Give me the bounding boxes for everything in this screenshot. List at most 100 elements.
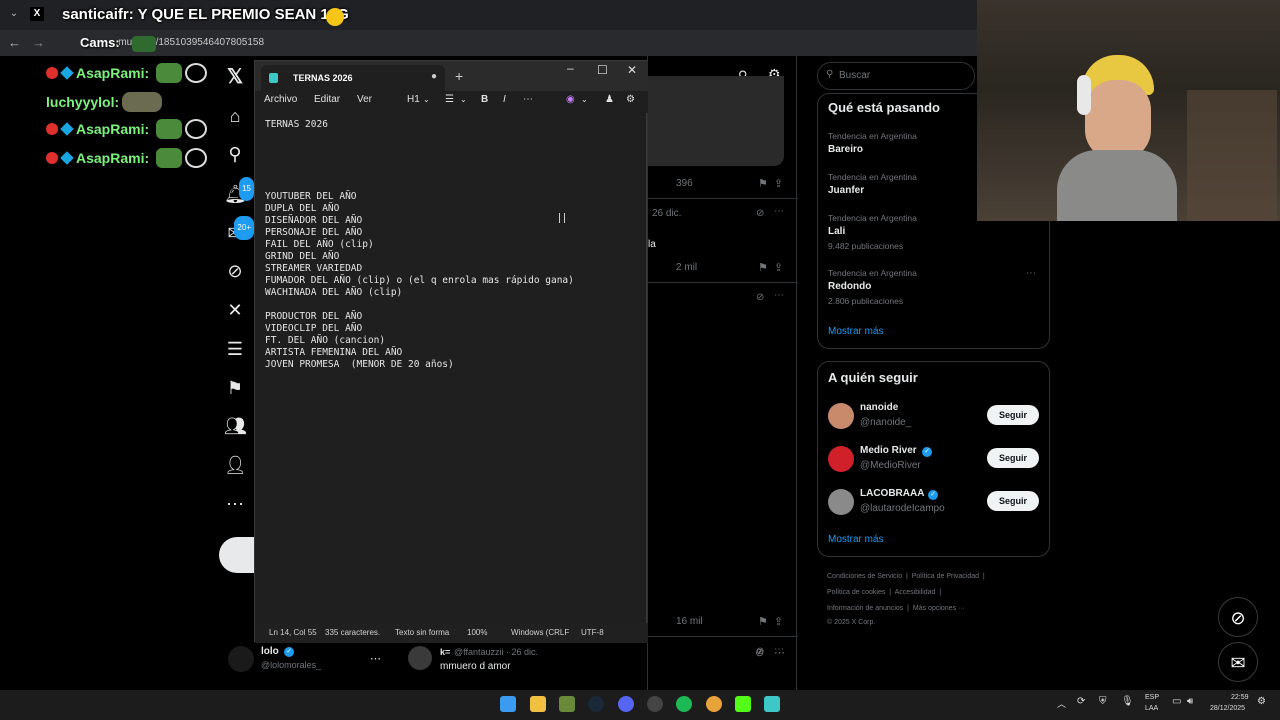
copilot-icon[interactable]: ◉ (566, 94, 575, 105)
trends-show-more-link[interactable]: Mostrar más (828, 326, 884, 337)
windows-start-icon[interactable] (500, 696, 516, 712)
messages-envelope-icon[interactable]: ✉20+ (224, 216, 254, 244)
lists-icon[interactable]: ☰ (224, 338, 246, 360)
footer-ads-link[interactable]: Información de anuncios (827, 605, 903, 612)
bookmark-icon[interactable]: ⚑ (758, 177, 768, 190)
avatar[interactable] (828, 446, 854, 472)
minimize-icon[interactable]: – (567, 61, 574, 75)
grok-post-icon[interactable]: ⊘ (756, 292, 764, 303)
forward-arrow-icon[interactable]: → (32, 35, 45, 50)
footer-tos-link[interactable]: Condiciones de Servicio (827, 573, 902, 580)
messages-fab-icon[interactable]: ✉ (1218, 642, 1258, 682)
footer-accessibility-link[interactable]: Accesibilidad (895, 589, 936, 596)
post-more-icon[interactable]: ⋯ (774, 206, 784, 217)
follow-name[interactable]: LACOBRAAA (860, 488, 924, 499)
x-premium-icon[interactable]: ✕ (224, 299, 246, 321)
chevron-down-icon[interactable]: ⌄ (460, 95, 467, 104)
back-arrow-icon[interactable]: ← (8, 35, 21, 50)
notifications-bell-icon[interactable]: 🔔︎ 15 (224, 177, 254, 205)
explore-search-icon[interactable]: ⚲ (224, 143, 246, 165)
trend-item[interactable]: Redondo (828, 281, 871, 292)
footer-more-link[interactable]: Más opciones ··· (913, 605, 965, 612)
tab-list-chevron-icon[interactable]: ⌄ (6, 6, 22, 22)
tray-shield-icon[interactable]: ⛨ (1099, 696, 1107, 707)
menu-editar[interactable]: Editar (314, 94, 340, 105)
avatar[interactable] (828, 403, 854, 429)
tray-chevron-icon[interactable]: ︿ (1057, 697, 1066, 710)
microphone-icon[interactable]: 🎙︎ (1121, 696, 1134, 707)
file-explorer-icon[interactable] (530, 696, 546, 712)
unsaved-dot-icon[interactable]: ● (431, 71, 437, 82)
trend-item[interactable]: Lali (828, 226, 845, 237)
user-name[interactable]: lolo (261, 646, 279, 657)
input-language[interactable]: ESP (1145, 694, 1159, 701)
communities-icon[interactable]: 👥︎ (224, 415, 247, 437)
chat-username: AsapRami: (76, 150, 150, 166)
new-tab-plus-icon[interactable]: + (455, 68, 463, 84)
bold-icon[interactable]: B (481, 94, 488, 105)
profile-icon[interactable]: 👤︎ (224, 454, 247, 476)
notifications-icon[interactable]: ⚙ (1257, 696, 1266, 707)
obs-icon[interactable] (647, 696, 663, 712)
follow-name[interactable]: Medio River (860, 445, 917, 456)
grok-post-icon[interactable]: ⊘ (755, 646, 764, 659)
settings-gear-icon[interactable]: ⚙ (626, 94, 635, 105)
chrome-icon[interactable] (706, 696, 722, 712)
grok-fab-icon[interactable]: ⊘ (1218, 597, 1258, 637)
follow-button[interactable]: Seguir (987, 448, 1039, 468)
post-more-icon[interactable]: ⋯ (774, 646, 785, 659)
close-icon[interactable]: ✕ (627, 63, 637, 77)
kick-icon[interactable] (735, 696, 751, 712)
grok-icon[interactable]: ⊘ (224, 260, 246, 282)
maximize-icon[interactable]: ☐ (597, 63, 608, 77)
discord-icon[interactable] (618, 696, 634, 712)
input-region[interactable]: LAA (1145, 705, 1158, 712)
menu-ver[interactable]: Ver (357, 94, 372, 105)
list-format-icon[interactable]: ☰ (445, 94, 454, 105)
chevron-down-icon[interactable]: ⌄ (581, 95, 588, 104)
post-button[interactable] (219, 537, 259, 573)
notepad-taskbar-icon[interactable] (764, 696, 780, 712)
clock-date[interactable]: 28/12/2025 (1210, 705, 1245, 712)
more-format-icon[interactable]: ⋯ (523, 94, 533, 105)
chevron-down-icon[interactable]: ⌄ (423, 95, 430, 104)
follow-button[interactable]: Seguir (987, 491, 1039, 511)
share-icon[interactable]: ⇪ (774, 177, 783, 190)
follow-name[interactable]: nanoide (860, 402, 898, 413)
bookmarks-icon[interactable]: ⚑ (224, 377, 246, 399)
follow-show-more-link[interactable]: Mostrar más (828, 534, 884, 545)
footer-privacy-link[interactable]: Política de Privacidad (912, 573, 979, 580)
trend-more-icon[interactable]: ⋯ (1026, 268, 1036, 279)
bookmark-icon[interactable]: ⚑ (758, 615, 768, 628)
notepad-tab[interactable]: TERNAS 2026 ● (261, 65, 445, 91)
clock-time[interactable]: 22:59 (1231, 694, 1249, 701)
more-options-icon[interactable]: ⋯ (224, 493, 246, 515)
share-icon[interactable]: ⇪ (774, 261, 783, 274)
account-icon[interactable]: ♟ (605, 94, 614, 105)
post-more-icon[interactable]: ⋯ (774, 290, 784, 301)
follow-button[interactable]: Seguir (987, 405, 1039, 425)
app-icon[interactable] (559, 696, 575, 712)
trend-item[interactable]: Juanfer (828, 185, 864, 196)
network-icon[interactable]: ▭ (1172, 696, 1181, 707)
home-icon[interactable]: ⌂ (224, 105, 246, 127)
spotify-icon[interactable] (676, 696, 692, 712)
notepad-text-area[interactable]: TERNAS 2026 YOUTUBER DEL AÑO DUPLA DEL A… (265, 119, 640, 619)
avatar[interactable] (828, 489, 854, 515)
x-home-logo-icon[interactable]: 𝕏 (224, 66, 246, 88)
user-more-icon[interactable]: ⋯ (370, 652, 381, 665)
share-icon[interactable]: ⇪ (774, 615, 783, 628)
italic-icon[interactable]: I (503, 94, 506, 105)
reply-user[interactable]: k= (440, 647, 450, 657)
reply-avatar[interactable] (408, 646, 432, 670)
trend-item[interactable]: Bareiro (828, 144, 863, 155)
footer-cookies-link[interactable]: Política de cookies (827, 589, 885, 596)
heading-dropdown[interactable]: H1 (407, 94, 420, 105)
bookmark-icon[interactable]: ⚑ (758, 261, 768, 274)
volume-icon[interactable]: 🔊︎ (1187, 696, 1193, 707)
tray-app-icon[interactable]: ⟳ (1077, 696, 1085, 707)
user-avatar[interactable] (228, 646, 254, 672)
steam-icon[interactable] (588, 696, 604, 712)
grok-post-icon[interactable]: ⊘ (756, 208, 764, 219)
menu-archivo[interactable]: Archivo (264, 94, 297, 105)
